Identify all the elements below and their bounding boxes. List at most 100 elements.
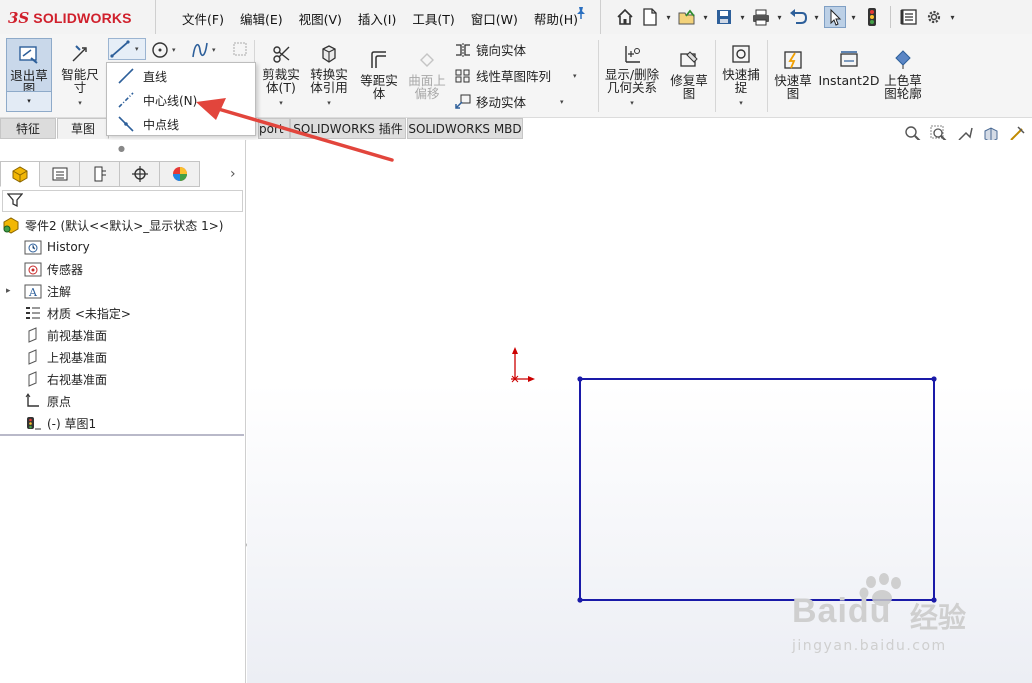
menu-view[interactable]: 视图(V) xyxy=(291,6,350,31)
chevron-down-icon[interactable]: ▾ xyxy=(78,97,82,110)
chevron-down-icon[interactable]: ▾ xyxy=(560,98,564,106)
chevron-down-icon[interactable]: ▾ xyxy=(701,6,710,28)
menu-item-line[interactable]: 直线 xyxy=(109,65,255,87)
tab-solidworks-mbd[interactable]: SOLIDWORKS MBD xyxy=(407,118,523,139)
tree-item-part[interactable]: 零件2 (默认<<默认>_显示状态 1>) xyxy=(2,215,223,235)
tree-item-sketch1-label: (-) 草图1 xyxy=(47,416,97,431)
offset-entities-button[interactable]: 等距实体 xyxy=(356,46,402,100)
sketch-origin-icon[interactable] xyxy=(511,347,535,383)
solidworks-logo[interactable]: 3S SOLIDWORKS xyxy=(8,6,154,30)
tree-item-front-plane[interactable]: 前视基准面 xyxy=(24,325,107,345)
print-icon[interactable] xyxy=(750,6,772,28)
tree-item-annotations[interactable]: ▸ A 注解 xyxy=(6,281,71,301)
menu-item-midpoint-line[interactable]: 中点线 xyxy=(109,113,255,135)
save-icon[interactable] xyxy=(713,6,735,28)
chevron-down-icon[interactable]: ▾ xyxy=(327,97,331,110)
circle-button[interactable]: ▾ xyxy=(150,40,176,60)
tree-item-right-plane[interactable]: 右视基准面 xyxy=(24,369,107,389)
chevron-down-icon[interactable]: ▾ xyxy=(7,91,51,111)
instant2d-button[interactable]: Instant2D xyxy=(818,46,880,87)
rectangle-corner-point[interactable] xyxy=(577,376,583,382)
line-button[interactable]: ▾ xyxy=(108,38,146,60)
open-file-icon[interactable] xyxy=(676,6,698,28)
feature-manager-tab-icon[interactable] xyxy=(0,161,40,187)
chevron-down-icon[interactable]: ▾ xyxy=(738,6,747,28)
sketch-rectangle[interactable] xyxy=(577,376,937,603)
chevron-down-icon[interactable]: ▾ xyxy=(135,45,139,53)
mirror-entities-button[interactable]: 镜向实体 xyxy=(454,40,526,59)
menu-item-centerline[interactable]: 中心线(N) xyxy=(109,89,255,111)
traffic-light-icon[interactable] xyxy=(861,6,883,28)
tree-item-annotations-label: 注解 xyxy=(47,284,72,299)
new-file-icon[interactable] xyxy=(639,6,661,28)
repair-sketch-button[interactable]: 修复草图 xyxy=(666,46,712,100)
tab-feature[interactable]: 特征 xyxy=(0,118,56,139)
rapid-sketch-button[interactable]: 快速草图 xyxy=(770,46,816,100)
tree-item-top-plane[interactable]: 上视基准面 xyxy=(24,347,107,367)
tree-item-origin[interactable]: 原点 xyxy=(24,391,71,411)
material-icon xyxy=(24,304,42,322)
panel-grip-handle[interactable]: ● xyxy=(118,144,125,153)
configuration-manager-tab-icon[interactable] xyxy=(80,161,120,187)
rollback-bar[interactable] xyxy=(0,434,244,436)
offset-entities-label: 等距实体 xyxy=(360,73,398,101)
file-properties-icon[interactable] xyxy=(898,6,920,28)
chevron-down-icon[interactable]: ▾ xyxy=(849,6,858,28)
dimxpert-manager-tab-icon[interactable] xyxy=(120,161,160,187)
menu-tools[interactable]: 工具(T) xyxy=(404,6,462,31)
quick-access-toolbar: ▾ ▾ ▾ ▾ ▾ ▾ ▾ xyxy=(614,3,957,31)
chevron-down-icon[interactable]: ▾ xyxy=(212,46,216,54)
tree-item-sketch1[interactable]: (-) 草图1 xyxy=(24,413,96,433)
chevron-right-icon[interactable]: › xyxy=(230,166,236,182)
options-gear-icon[interactable] xyxy=(923,6,945,28)
tab-solidworks-plugins[interactable]: SOLIDWORKS 插件 xyxy=(290,118,406,139)
shaded-sketch-contours-button[interactable]: 上色草图轮廓 xyxy=(880,46,926,100)
linear-pattern-button[interactable]: 线性草图阵列 ▾ xyxy=(454,66,577,85)
select-cursor-icon[interactable] xyxy=(824,6,846,28)
tab-sketch[interactable]: 草图 xyxy=(57,118,109,139)
part-icon xyxy=(2,216,20,234)
menu-insert[interactable]: 插入(I) xyxy=(350,6,404,31)
repair-sketch-icon xyxy=(675,46,703,74)
chevron-down-icon[interactable]: ▾ xyxy=(739,97,743,110)
feature-tree-filter[interactable] xyxy=(2,190,243,212)
display-manager-tab-icon[interactable] xyxy=(160,161,200,187)
undo-icon[interactable] xyxy=(787,6,809,28)
chevron-down-icon[interactable]: ▾ xyxy=(573,72,577,80)
quick-snaps-button[interactable]: 快速捕捉 ▾ xyxy=(718,40,764,110)
repair-sketch-label: 修复草图 xyxy=(670,73,708,101)
menu-edit[interactable]: 编辑(E) xyxy=(232,6,291,31)
pin-icon[interactable] xyxy=(574,6,588,24)
display-delete-relations-button[interactable]: 显示/删除几何关系 ▾ xyxy=(600,40,664,110)
tree-item-material[interactable]: 材质 <未指定> xyxy=(24,303,131,323)
home-icon[interactable] xyxy=(614,6,636,28)
chevron-down-icon[interactable]: ▾ xyxy=(948,6,957,28)
sensors-icon xyxy=(24,260,42,278)
tab-import-partial[interactable]: port xyxy=(258,118,290,139)
expand-arrow-icon[interactable]: ▸ xyxy=(6,286,18,296)
feature-manager-panel: ● › 零件2 (默认<<默认>_显示状态 1>) History 传感器 ▸ … xyxy=(0,140,246,683)
chevron-down-icon[interactable]: ▾ xyxy=(172,46,176,54)
rectangle-corner-point[interactable] xyxy=(931,376,937,382)
sketch-icon xyxy=(24,414,42,432)
rectangle-corner-point[interactable] xyxy=(577,597,583,603)
menu-file[interactable]: 文件(F) xyxy=(174,6,232,31)
chevron-down-icon[interactable]: ▾ xyxy=(812,6,821,28)
trim-entities-button[interactable]: 剪裁实体(T) ▾ xyxy=(258,40,304,110)
smart-dimension-button[interactable]: 智能尺寸 ▾ xyxy=(58,40,102,110)
spline-button[interactable]: ▾ xyxy=(190,40,216,60)
tree-item-sensors[interactable]: 传感器 xyxy=(24,259,83,279)
smart-dimension-icon xyxy=(66,40,94,68)
menu-window[interactable]: 窗口(W) xyxy=(463,6,526,31)
chevron-down-icon[interactable]: ▾ xyxy=(775,6,784,28)
convert-entities-label: 转换实体引用 xyxy=(310,67,348,95)
surface-offset-button[interactable]: 曲面上偏移 xyxy=(404,46,450,100)
chevron-down-icon[interactable]: ▾ xyxy=(630,97,634,110)
convert-entities-button[interactable]: 转换实体引用 ▾ xyxy=(306,40,352,110)
property-manager-tab-icon[interactable] xyxy=(40,161,80,187)
chevron-down-icon[interactable]: ▾ xyxy=(664,6,673,28)
exit-sketch-button[interactable]: 退出草图 ▾ xyxy=(6,38,52,112)
chevron-down-icon[interactable]: ▾ xyxy=(279,97,283,110)
tree-item-history[interactable]: History xyxy=(24,237,90,257)
move-entities-button[interactable]: 移动实体 ▾ xyxy=(454,92,564,111)
